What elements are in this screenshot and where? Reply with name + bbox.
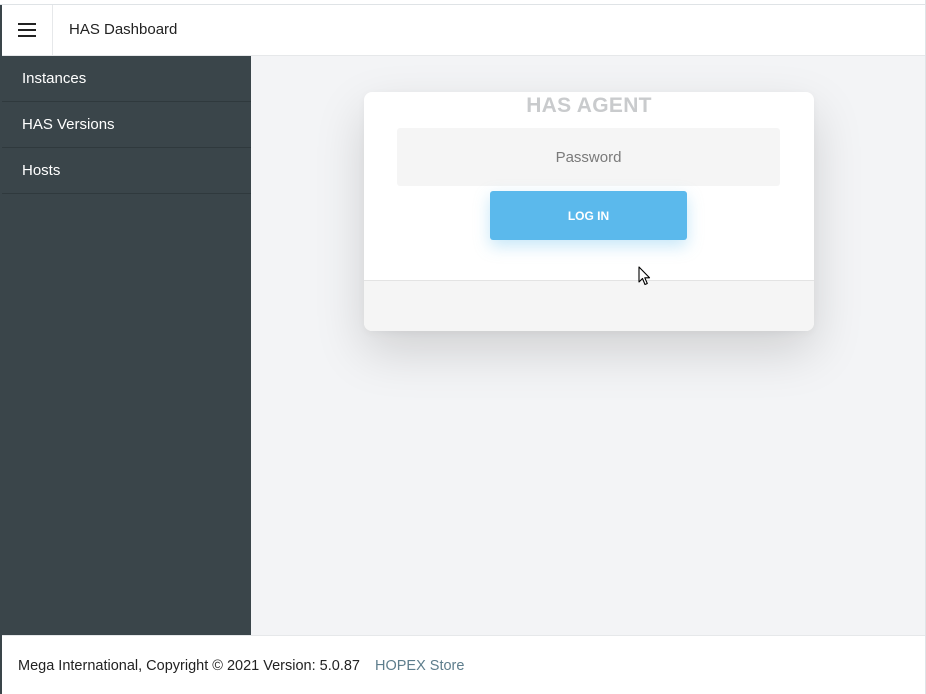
login-card-footer [364,280,814,331]
copyright-text: Mega International, Copyright © 2021 Ver… [18,658,360,674]
hopex-store-link[interactable]: HOPEX Store [375,658,464,674]
sidebar-item-hosts[interactable]: Hosts [2,148,251,194]
login-button[interactable]: LOG IN [490,191,687,240]
page-footer: Mega International, Copyright © 2021 Ver… [2,635,925,694]
sidebar: Instances HAS Versions Hosts [2,56,251,635]
sidebar-item-instances[interactable]: Instances [2,56,251,102]
top-header: HAS Dashboard [2,5,925,56]
password-input[interactable] [397,128,780,186]
menu-toggle-button[interactable] [2,5,53,55]
login-title: HAS AGENT [526,94,652,117]
sidebar-item-has-versions[interactable]: HAS Versions [2,102,251,148]
main-content: HAS AGENT LOG IN [251,56,925,635]
hamburger-menu-icon [18,23,36,37]
app-title: HAS Dashboard [69,21,178,38]
login-card: HAS AGENT LOG IN [364,92,814,331]
mouse-cursor-icon [638,266,651,286]
